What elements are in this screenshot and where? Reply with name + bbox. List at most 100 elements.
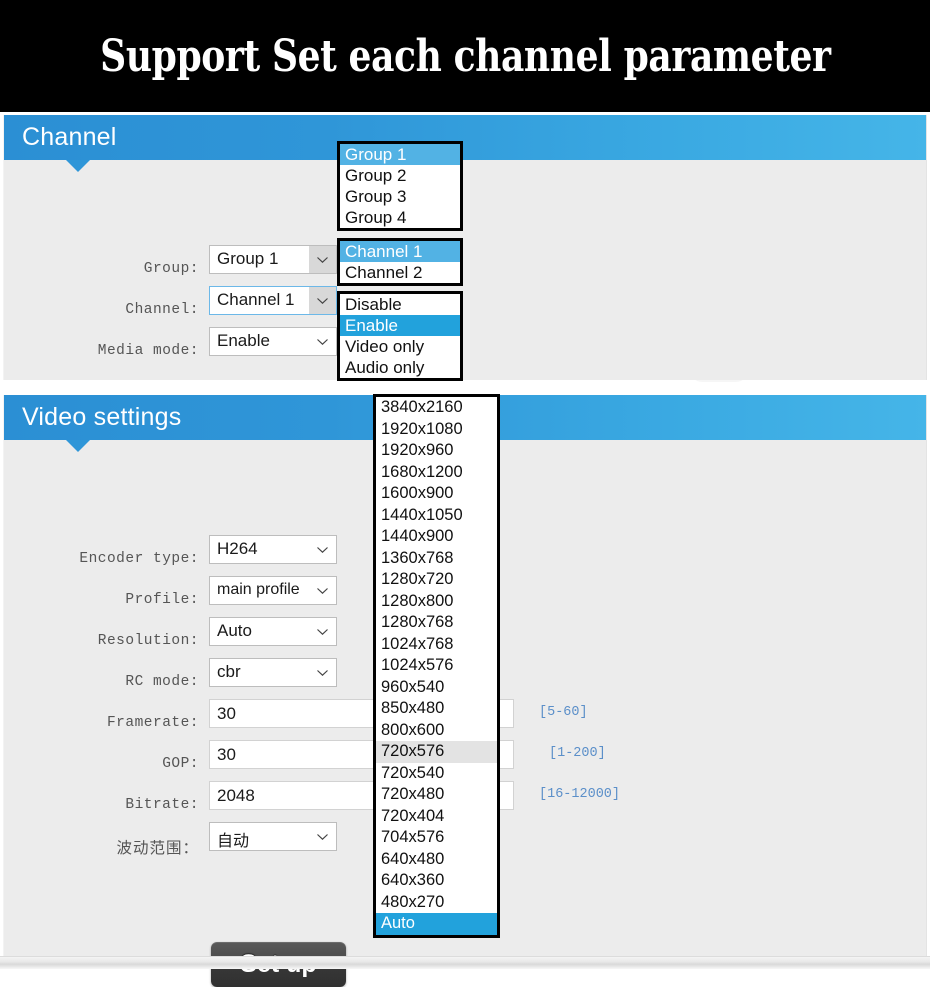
group-select[interactable]: Group 1 (209, 245, 337, 274)
chevron-down-icon (317, 546, 328, 553)
label-gop: GOP: (162, 756, 199, 772)
banner: Support Set each channel parameter (0, 0, 930, 112)
profile-select-arrow[interactable] (309, 577, 336, 604)
label-rc-mode: RC mode: (125, 674, 199, 690)
encoder-type-select[interactable]: H264 (209, 535, 337, 564)
group-option[interactable]: Group 1 (340, 144, 460, 165)
banner-title: Support Set each channel parameter (99, 30, 831, 82)
resolution-option[interactable]: 704x576 (376, 827, 497, 849)
page-bottom-edge (0, 956, 930, 969)
encoder-type-select-arrow[interactable] (309, 536, 336, 563)
fluctuation-range-select-value: 自动 (217, 831, 250, 850)
label-profile: Profile: (125, 592, 199, 608)
label-resolution: Resolution: (97, 633, 199, 649)
media-mode-option[interactable]: Enable (340, 315, 460, 336)
chevron-down-icon (317, 338, 328, 345)
media-mode-option[interactable]: Audio only (340, 357, 460, 378)
resolution-option[interactable]: 1280x720 (376, 569, 497, 591)
video-panel-title: Video settings (22, 402, 182, 431)
resolution-option[interactable]: 720x576 (376, 741, 497, 763)
fluctuation-range-select[interactable]: 自动 (209, 822, 337, 851)
form-row-group: Group: Group 1 (4, 245, 926, 286)
label-bitrate: Bitrate: (125, 797, 199, 813)
profile-select[interactable]: main profile (209, 576, 337, 605)
chevron-down-icon (317, 297, 328, 304)
channel-panel: Channel Group: Group 1 Channel: Channel … (3, 115, 927, 380)
group-dropdown-list[interactable]: Group 1 Group 2 Group 3 Group 4 (337, 141, 463, 231)
resolution-option[interactable]: 850x480 (376, 698, 497, 720)
encoder-type-select-value: H264 (217, 539, 258, 558)
resolution-dropdown-list[interactable]: 3840x2160 1920x1080 1920x960 1680x1200 1600x… (373, 394, 500, 938)
label-encoder-type: Encoder type: (79, 551, 199, 567)
media-mode-option[interactable]: Video only (340, 336, 460, 357)
bitrate-input-value: 2048 (217, 786, 255, 805)
form-row-media-mode: Media mode: Enable (4, 327, 926, 368)
label-group: Group: (143, 261, 199, 277)
framerate-range-hint: [5-60] (539, 705, 588, 720)
resolution-option[interactable]: 1280x800 (376, 591, 497, 613)
resolution-select-arrow[interactable] (309, 618, 336, 645)
resolution-option[interactable]: 1680x1200 (376, 462, 497, 484)
resolution-option[interactable]: 1360x768 (376, 548, 497, 570)
channel-dropdown-list[interactable]: Channel 1 Channel 2 (337, 238, 463, 286)
media-mode-dropdown-list[interactable]: Disable Enable Video only Audio only (337, 291, 463, 381)
resolution-option[interactable]: 1600x900 (376, 483, 497, 505)
label-channel: Channel: (125, 302, 199, 318)
resolution-option[interactable]: 1920x960 (376, 440, 497, 462)
channel-panel-header: Channel (4, 115, 926, 160)
media-mode-option[interactable]: Disable (340, 294, 460, 315)
channel-option[interactable]: Channel 1 (340, 241, 460, 262)
media-mode-select-arrow[interactable] (309, 328, 336, 355)
label-framerate: Framerate: (106, 715, 199, 731)
resolution-option[interactable]: 3840x2160 (376, 397, 497, 419)
chevron-down-icon (317, 628, 328, 635)
resolution-select-value: Auto (217, 621, 252, 640)
rc-mode-select-value: cbr (217, 662, 241, 681)
group-option[interactable]: Group 2 (340, 165, 460, 186)
profile-select-value: main profile (217, 581, 300, 598)
channel-panel-pointer (66, 160, 90, 172)
group-select-arrow[interactable] (309, 246, 336, 273)
chevron-down-icon (317, 256, 328, 263)
chevron-down-icon (317, 833, 328, 840)
rc-mode-select-arrow[interactable] (309, 659, 336, 686)
gop-range-hint: [1-200] (549, 746, 606, 761)
resolution-option[interactable]: 720x540 (376, 763, 497, 785)
resolution-option[interactable]: 1280x768 (376, 612, 497, 634)
resolution-option[interactable]: 1024x576 (376, 655, 497, 677)
resolution-option[interactable]: 640x480 (376, 849, 497, 871)
resolution-option[interactable]: 480x270 (376, 892, 497, 914)
media-mode-select[interactable]: Enable (209, 327, 337, 356)
fluctuation-range-select-arrow[interactable] (309, 823, 336, 850)
resolution-option[interactable]: 1440x1050 (376, 505, 497, 527)
resolution-select[interactable]: Auto (209, 617, 337, 646)
chevron-down-icon (317, 669, 328, 676)
resolution-option[interactable]: 960x540 (376, 677, 497, 699)
resolution-option[interactable]: 800x600 (376, 720, 497, 742)
media-mode-select-value: Enable (217, 331, 270, 350)
video-panel-pointer (66, 440, 90, 452)
channel-option[interactable]: Channel 2 (340, 262, 460, 283)
group-select-value: Group 1 (217, 249, 279, 268)
channel-select-arrow[interactable] (309, 287, 336, 314)
resolution-option[interactable]: Auto (376, 913, 497, 935)
resolution-option[interactable]: 1920x1080 (376, 419, 497, 441)
resolution-option[interactable]: 720x480 (376, 784, 497, 806)
framerate-input-value: 30 (217, 704, 236, 723)
resolution-option[interactable]: 640x360 (376, 870, 497, 892)
label-fluctuation-range: 波动范围： (116, 839, 199, 857)
channel-select[interactable]: Channel 1 (209, 286, 337, 315)
form-row-channel: Channel: Channel 1 (4, 286, 926, 327)
app-screenshot: Channel Group: Group 1 Channel: Channel … (0, 112, 930, 987)
resolution-option[interactable]: 1440x900 (376, 526, 497, 548)
chevron-down-icon (317, 587, 328, 594)
channel-select-value: Channel 1 (217, 290, 295, 309)
rc-mode-select[interactable]: cbr (209, 658, 337, 687)
bitrate-range-hint: [16-12000] (539, 787, 621, 802)
channel-panel-title: Channel (22, 122, 117, 151)
label-media-mode: Media mode: (97, 343, 199, 359)
resolution-option[interactable]: 1024x768 (376, 634, 497, 656)
group-option[interactable]: Group 3 (340, 186, 460, 207)
group-option[interactable]: Group 4 (340, 207, 460, 228)
resolution-option[interactable]: 720x404 (376, 806, 497, 828)
